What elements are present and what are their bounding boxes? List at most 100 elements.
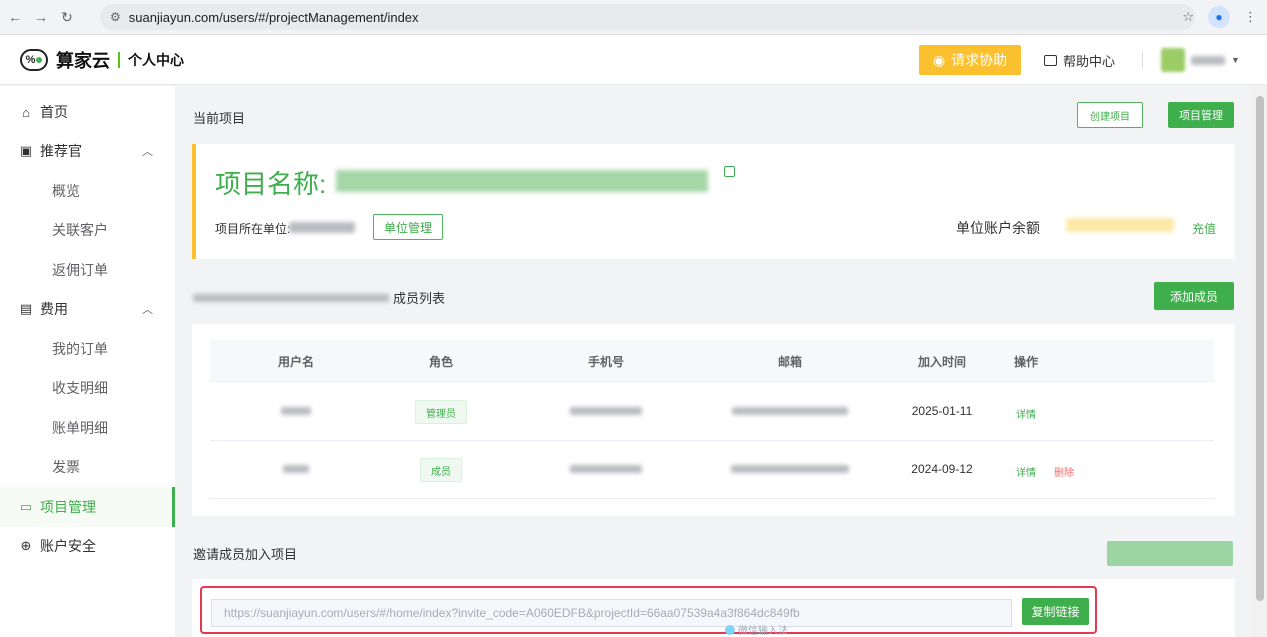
project-icon: ▭ <box>19 499 33 514</box>
username-redacted <box>281 407 311 415</box>
members-list-label: 成员列表 <box>393 291 446 306</box>
wallet-icon: ▤ <box>19 301 33 316</box>
edit-icon[interactable] <box>724 166 735 177</box>
book-icon <box>1044 55 1057 66</box>
sidebar-item-bill-details[interactable]: 账单明细 <box>0 408 175 448</box>
sidebar: ⌂ 首页 ▣ 推荐官 ︿ 概览 关联客户 返佣订单 ▤ 费用 ︿ 我的订单 收支… <box>0 86 175 637</box>
sidebar-item-label: 收支明细 <box>52 380 108 396</box>
back-icon[interactable]: ← <box>4 6 26 28</box>
forward-icon[interactable]: → <box>30 6 52 28</box>
recommend-icon: ▣ <box>19 143 33 158</box>
main-content: 当前项目 创建项目 项目管理 项目名称: 项目所在单位: 单位管理 单位账户余额… <box>175 86 1253 637</box>
current-project-title: 当前项目 <box>193 111 246 126</box>
column-header: 用户名 <box>277 355 315 369</box>
sidebar-item-label: 推荐官 <box>40 143 82 159</box>
site-settings-icon[interactable]: ⚙ <box>110 10 121 24</box>
sidebar-item-recommender[interactable]: ▣ 推荐官 ︿ <box>0 131 175 171</box>
sidebar-item-my-orders[interactable]: 我的订单 <box>0 329 175 369</box>
sidebar-item-home[interactable]: ⌂ 首页 <box>0 92 175 132</box>
join-date: 2025-01-11 <box>911 404 973 418</box>
sidebar-item-label: 账户安全 <box>40 538 96 554</box>
sidebar-item-income-expense[interactable]: 收支明细 <box>0 368 175 408</box>
unit-manage-button[interactable]: 单位管理 <box>373 214 443 240</box>
column-header: 邮箱 <box>777 355 803 369</box>
add-member-button[interactable]: 添加成员 <box>1154 282 1234 310</box>
user-menu[interactable]: ▼ <box>1161 48 1240 72</box>
invite-title: 邀请成员加入项目 <box>193 547 298 562</box>
members-table: 用户名 角色 手机号 邮箱 加入时间 操作 管理员 2025-01-11 详情 … <box>192 324 1235 516</box>
create-project-button[interactable]: 创建项目 <box>1077 102 1143 128</box>
ime-label: 微信输入法 <box>738 626 788 637</box>
sidebar-item-label: 概览 <box>52 183 80 199</box>
invite-card: 复制链接 <box>192 579 1235 637</box>
column-header: 角色 <box>428 355 454 369</box>
chevron-up-icon: ︿ <box>142 146 153 158</box>
project-card: 项目名称: 项目所在单位: 单位管理 单位账户余额 充值 <box>192 144 1235 259</box>
column-header: 手机号 <box>587 355 625 369</box>
table-header: 用户名 角色 手机号 邮箱 加入时间 操作 <box>210 340 1214 382</box>
headset-icon: ◉ <box>932 51 946 68</box>
sidebar-item-label: 我的订单 <box>52 341 108 357</box>
role-badge: 成员 <box>420 458 462 482</box>
sidebar-item-overview[interactable]: 概览 <box>0 171 175 211</box>
balance-redacted <box>1066 218 1174 232</box>
caret-down-icon: ▼ <box>1231 55 1240 65</box>
balance-label: 单位账户余额 <box>956 220 1040 236</box>
sidebar-item-project-management[interactable]: ▭ 项目管理 <box>0 487 175 527</box>
logo-divider <box>118 51 120 68</box>
recharge-link[interactable]: 充值 <box>1192 220 1216 237</box>
home-icon: ⌂ <box>22 104 30 120</box>
request-help-label: 请求协助 <box>951 52 1008 68</box>
shield-icon: ⊕ <box>20 538 32 553</box>
sidebar-item-label: 费用 <box>40 301 68 317</box>
sidebar-item-linked-customers[interactable]: 关联客户 <box>0 210 175 250</box>
logo-mark-icon: % <box>20 48 48 71</box>
join-date: 2024-09-12 <box>911 462 973 476</box>
sidebar-item-label: 项目管理 <box>40 499 96 515</box>
header-divider <box>1142 52 1143 68</box>
address-bar[interactable]: ⚙ suanjiayun.com/users/#/projectManageme… <box>100 4 1195 30</box>
bookmark-star-icon[interactable]: ☆ <box>1182 9 1194 25</box>
help-center-label: 帮助中心 <box>1063 54 1116 69</box>
url-text: suanjiayun.com/users/#/projectManagement… <box>128 9 419 25</box>
sidebar-item-label: 关联客户 <box>52 222 108 238</box>
faded-action-button[interactable] <box>1107 541 1233 566</box>
invite-link-field[interactable] <box>211 599 1012 627</box>
phone-redacted <box>570 465 642 473</box>
delete-link[interactable]: 删除 <box>1054 464 1074 479</box>
request-help-button[interactable]: ◉ 请求协助 <box>919 45 1021 75</box>
scrollbar[interactable] <box>1253 86 1267 637</box>
details-link[interactable]: 详情 <box>1016 464 1036 479</box>
username-redacted <box>283 465 309 473</box>
sidebar-item-commission-orders[interactable]: 返佣订单 <box>0 250 175 290</box>
members-list-title: 成员列表 <box>193 288 445 307</box>
sidebar-item-label: 发票 <box>52 459 80 475</box>
browser-menu-icon[interactable]: ⋮ <box>1244 9 1257 25</box>
sidebar-item-label: 账单明细 <box>52 420 108 436</box>
logo[interactable]: % 算家云 个人中心 <box>20 47 184 73</box>
wechat-ime-icon <box>725 624 735 635</box>
project-management-button[interactable]: 项目管理 <box>1168 102 1234 128</box>
phone-redacted <box>570 407 642 415</box>
project-name-redacted <box>336 170 708 192</box>
sidebar-item-label: 首页 <box>40 104 68 120</box>
profile-icon[interactable]: ● <box>1208 6 1230 28</box>
help-center-link[interactable]: 帮助中心 <box>1044 51 1115 70</box>
username-redacted <box>1191 55 1225 65</box>
unit-name-redacted <box>289 222 355 233</box>
sidebar-item-account-security[interactable]: ⊕ 账户安全 <box>0 526 175 566</box>
email-redacted <box>732 407 848 415</box>
email-redacted <box>731 465 849 473</box>
details-link[interactable]: 详情 <box>1016 406 1036 421</box>
browser-toolbar: ← → ↻ ⚙ suanjiayun.com/users/#/projectMa… <box>0 0 1267 35</box>
brand-name: 算家云 <box>56 50 110 71</box>
scrollbar-thumb[interactable] <box>1256 96 1264 601</box>
sidebar-item-invoice[interactable]: 发票 <box>0 447 175 487</box>
unit-label: 项目所在单位: <box>215 222 291 236</box>
app-header: % 算家云 个人中心 ◉ 请求协助 帮助中心 ▼ <box>0 35 1267 85</box>
section-title: 个人中心 <box>128 51 184 68</box>
reload-icon[interactable]: ↻ <box>56 6 78 28</box>
copy-link-button[interactable]: 复制链接 <box>1022 598 1089 625</box>
project-name-redacted <box>193 293 389 302</box>
sidebar-item-costs[interactable]: ▤ 费用 ︿ <box>0 289 175 329</box>
